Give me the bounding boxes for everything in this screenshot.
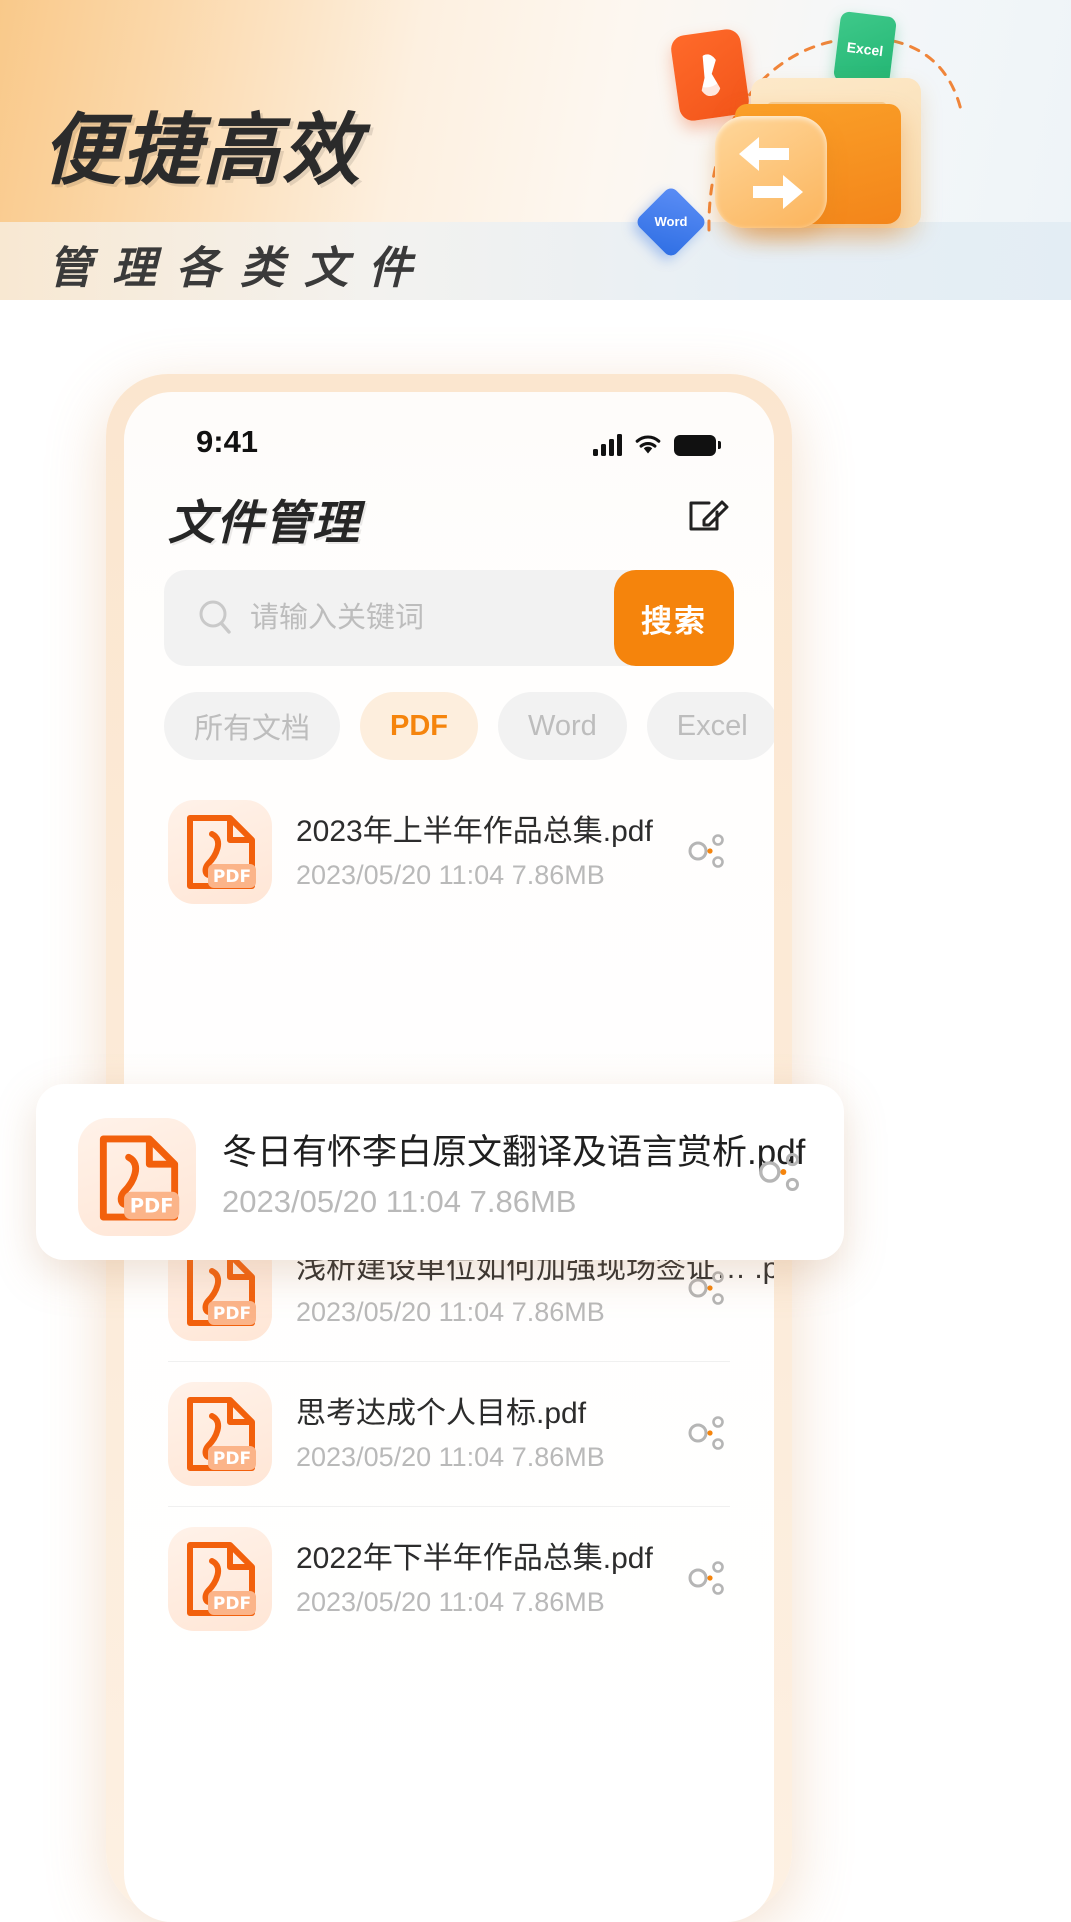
filter-chip-all[interactable]: 所有文档: [164, 692, 341, 760]
table-row[interactable]: PDF 2023年上半年作品总集.pdf 2023/05/20 11:04 7.…: [168, 780, 730, 924]
swap-arrows-icon: [739, 137, 803, 209]
banner-artwork: Excel Word: [634, 0, 1071, 300]
search-icon: [199, 600, 231, 634]
file-name: 冬日有怀李白原文翻译及语言赏析.pdf: [222, 1133, 806, 1172]
search-button[interactable]: 搜索: [614, 570, 734, 666]
word-file-illustration: Word: [634, 185, 708, 259]
file-meta: 2023/05/20 11:04 7.86MB: [296, 860, 605, 890]
status-time: 9:41: [196, 424, 259, 459]
svg-text:PDF: PDF: [213, 1304, 251, 1324]
file-name: 思考达成个人目标.pdf: [296, 1397, 587, 1430]
more-options-icon[interactable]: [684, 1410, 730, 1456]
sync-arrows-illustration: [715, 116, 827, 228]
status-bar: 9:41: [124, 420, 774, 466]
banner-title: 便捷高效: [42, 106, 363, 196]
pdf-file-icon: PDF: [168, 1382, 272, 1486]
table-row[interactable]: PDF 思考达成个人目标.pdf 2023/05/20 11:04 7.86MB: [168, 1362, 730, 1507]
filter-chip-pdf[interactable]: PDF: [360, 692, 479, 760]
compose-edit-icon[interactable]: [684, 490, 730, 536]
file-meta: 2023/05/20 11:04 7.86MB: [296, 1297, 605, 1327]
filter-chip-word[interactable]: Word: [498, 692, 627, 760]
word-badge-label: Word: [654, 214, 688, 229]
table-row[interactable]: PDF 2022年下半年作品总集.pdf 2023/05/20 11:04 7.…: [168, 1507, 730, 1651]
more-options-icon[interactable]: [684, 828, 730, 874]
excel-file-illustration: Excel: [832, 10, 898, 88]
pdf-file-icon: PDF: [168, 800, 272, 904]
svg-text:PDF: PDF: [213, 867, 251, 887]
battery-icon: [674, 435, 721, 456]
pdf-file-icon: PDF: [168, 1527, 272, 1631]
status-icons: [593, 428, 721, 456]
svg-text:PDF: PDF: [213, 1449, 251, 1469]
svg-text:PDF: PDF: [213, 1594, 251, 1614]
filter-chip-excel[interactable]: Excel: [646, 692, 774, 760]
file-meta: 2023/05/20 11:04 7.86MB: [222, 1184, 577, 1219]
file-meta: 2023/05/20 11:04 7.86MB: [296, 1442, 605, 1472]
more-options-icon[interactable]: [754, 1146, 806, 1198]
promo-banner: 便捷高效 管理各类文件 Excel Word: [0, 0, 1071, 300]
excel-badge-label: Excel: [845, 38, 885, 60]
file-name: 2023年上半年作品总集.pdf: [296, 815, 653, 848]
more-options-icon[interactable]: [684, 1265, 730, 1311]
page-title: 文件管理: [168, 496, 360, 551]
file-meta: 2023/05/20 11:04 7.86MB: [296, 1587, 605, 1617]
more-options-icon[interactable]: [684, 1555, 730, 1601]
highlighted-file-card[interactable]: PDF 冬日有怀李白原文翻译及语言赏析.pdf 2023/05/20 11:04…: [36, 1084, 844, 1260]
signal-bars-icon: [593, 434, 622, 456]
svg-text:PDF: PDF: [130, 1195, 174, 1218]
search-row: 请输入关键词 搜索: [164, 570, 734, 666]
search-placeholder: 请输入关键词: [250, 602, 425, 634]
pdf-file-icon: PDF: [78, 1118, 196, 1236]
banner-subtitle: 管理各类文件: [48, 243, 432, 294]
wifi-icon: [635, 435, 661, 454]
file-name: 2022年下半年作品总集.pdf: [296, 1542, 653, 1575]
filter-chips: 所有文档 PDF Word Excel: [164, 692, 774, 760]
